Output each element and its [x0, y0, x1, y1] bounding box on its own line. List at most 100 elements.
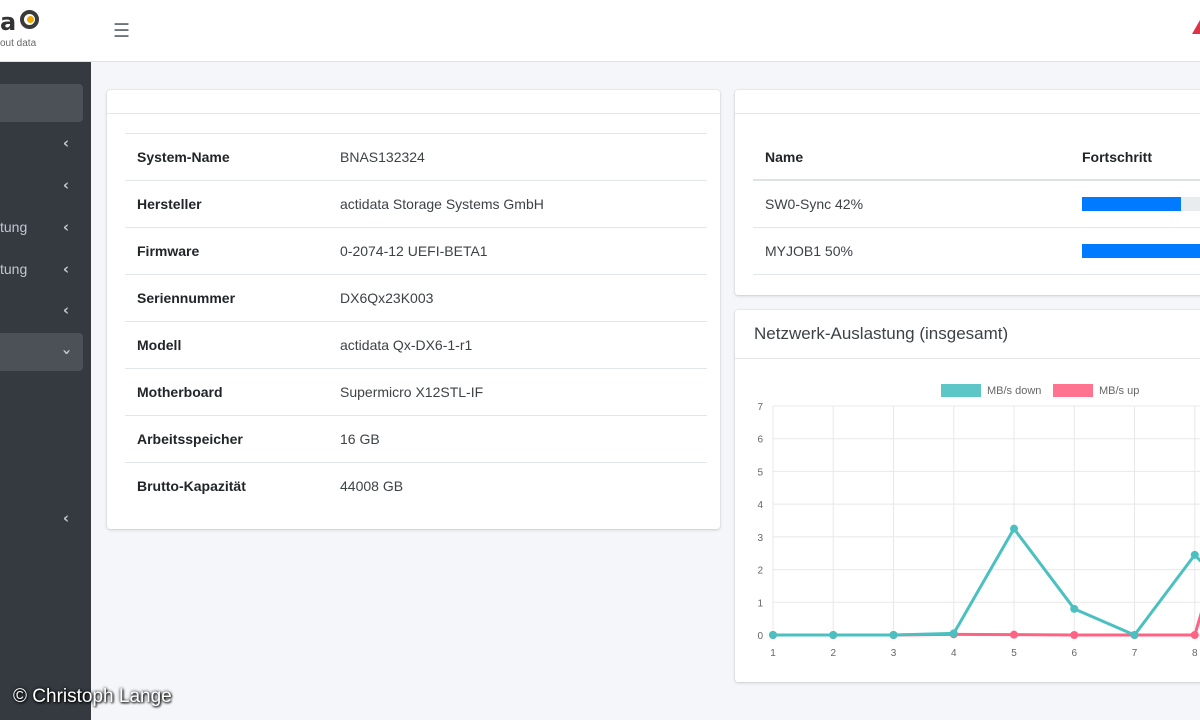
sidebar-item-4[interactable]: tung ‹ — [0, 250, 83, 288]
progress-bar — [1082, 243, 1200, 258]
y-tick-label: 7 — [757, 402, 763, 413]
info-key: Seriennummer — [137, 290, 236, 306]
table-row: Brutto-Kapazität 44008 GB — [125, 462, 707, 510]
brand-logo-mark: a — [0, 8, 16, 36]
data-point — [889, 631, 898, 639]
table-row[interactable]: MYJOB1 50% — [753, 227, 1200, 275]
table-row[interactable]: SW0-Sync 42% — [753, 180, 1200, 228]
x-tick-label: 7 — [1132, 648, 1138, 659]
sidebar-item-2[interactable]: ‹ — [0, 166, 83, 204]
data-point — [1010, 524, 1018, 533]
y-tick-label: 5 — [757, 467, 763, 478]
series-line — [773, 527, 1200, 637]
y-tick-label: 2 — [757, 566, 763, 577]
legend-swatch — [941, 384, 981, 397]
top-navbar: ☰ — [91, 0, 1200, 62]
brand-tagline: out data — [0, 38, 37, 49]
data-point — [1070, 631, 1079, 639]
table-row: Hersteller actidata Storage Systems GmbH — [125, 180, 707, 228]
jobs-table: Name Fortschritt SW0-Sync 42% MYJOB1 50% — [753, 134, 1200, 275]
chevron-left-icon: ‹ — [62, 134, 69, 152]
x-tick-label: 1 — [770, 648, 776, 659]
column-header-progress[interactable]: Fortschritt — [1070, 134, 1200, 181]
info-key: Hersteller — [137, 196, 202, 212]
column-header-name[interactable]: Name — [753, 134, 1070, 181]
job-progress-cell — [1070, 227, 1200, 275]
card-header — [735, 90, 1200, 114]
sidebar: a out data ‹ ‹ tung ‹ tung ‹ ‹ ‹ ‹ — [0, 0, 91, 720]
table-row: Arbeitsspeicher 16 GB — [125, 415, 707, 463]
info-value: Supermicro X12STL-IF — [340, 384, 484, 400]
table-row: Seriennummer DX6Qx23K003 — [125, 274, 707, 322]
chevron-left-icon: ‹ — [62, 509, 69, 527]
info-value: 0-2074-12 UEFI-BETA1 — [340, 243, 488, 259]
system-info-table: System-Name BNAS132324 Hersteller actidata … — [125, 133, 707, 510]
sidebar-item-1[interactable]: ‹ — [0, 124, 83, 162]
progress-bar-fill — [1082, 243, 1200, 258]
job-name: MYJOB1 50% — [753, 227, 1070, 275]
info-key: Firmware — [137, 243, 200, 259]
y-tick-label: 0 — [757, 631, 763, 642]
table-row: Firmware 0-2074-12 UEFI-BETA1 — [125, 227, 707, 275]
network-usage-chart: 01234567123456789MB/s downMB/s up — [757, 384, 1200, 659]
info-key: System-Name — [137, 149, 230, 165]
x-tick-label: 8 — [1192, 648, 1198, 659]
x-tick-label: 2 — [830, 648, 836, 659]
table-header-row: Name Fortschritt — [753, 134, 1200, 181]
system-info-card: System-Name BNAS132324 Hersteller actidata … — [107, 90, 720, 529]
brand-logo[interactable]: a out data — [0, 0, 91, 62]
info-value: actidata Storage Systems GmbH — [340, 196, 544, 212]
info-value: 16 GB — [340, 431, 380, 447]
sidebar-item-5[interactable]: ‹ — [0, 291, 83, 329]
jobs-card: Name Fortschritt SW0-Sync 42% MYJOB1 50% — [735, 90, 1200, 295]
data-point — [1190, 550, 1199, 559]
card-header — [107, 90, 720, 114]
x-tick-label: 6 — [1071, 648, 1077, 659]
info-key: Arbeitsspeicher — [137, 431, 243, 447]
x-tick-label: 3 — [891, 648, 897, 659]
data-point — [1130, 631, 1139, 639]
data-point — [769, 631, 777, 639]
info-value: DX6Qx23K003 — [340, 290, 434, 306]
y-tick-label: 1 — [757, 598, 763, 609]
job-progress-cell — [1070, 180, 1200, 228]
sidebar-item-3[interactable]: tung ‹ — [0, 208, 83, 246]
series-line — [773, 612, 1200, 637]
hamburger-icon[interactable]: ☰ — [113, 20, 130, 42]
sidebar-item-active[interactable] — [0, 84, 83, 122]
y-tick-label: 3 — [757, 533, 763, 544]
sidebar-item-6[interactable]: ‹ — [0, 333, 83, 371]
info-value: BNAS132324 — [340, 149, 425, 165]
progress-bar-fill — [1082, 196, 1181, 211]
info-key: Modell — [137, 337, 182, 353]
table-row: Modell actidata Qx-DX6-1-r1 — [125, 321, 707, 369]
chevron-down-icon: ‹ — [56, 348, 75, 356]
y-tick-label: 6 — [757, 435, 763, 446]
x-tick-label: 5 — [1011, 648, 1017, 659]
legend-label: MB/s down — [987, 385, 1041, 397]
info-key: Brutto-Kapazität — [137, 478, 246, 495]
data-point — [1070, 604, 1079, 613]
data-point — [829, 631, 838, 639]
data-point — [949, 629, 958, 638]
legend-swatch — [1053, 384, 1093, 397]
sidebar-item-7[interactable]: ‹ — [0, 499, 83, 537]
sidebar-item-label: tung — [0, 219, 28, 235]
network-usage-card: Netzwerk-Auslastung (insgesamt) 01234567… — [735, 310, 1200, 682]
table-row: System-Name BNAS132324 — [125, 133, 707, 181]
sidebar-item-label: tung — [0, 261, 28, 277]
chevron-left-icon: ‹ — [62, 301, 69, 319]
copyright-watermark: © Christoph Lange — [13, 686, 172, 707]
info-value: 44008 GB — [340, 478, 404, 495]
info-key: Motherboard — [137, 384, 223, 400]
brand-logo-icon — [20, 10, 39, 29]
progress-bar — [1082, 196, 1200, 211]
job-name: SW0-Sync 42% — [753, 180, 1070, 228]
x-tick-label: 4 — [951, 648, 957, 659]
legend-label: MB/s up — [1099, 385, 1139, 397]
info-value: actidata Qx-DX6-1-r1 — [340, 337, 473, 353]
chevron-left-icon: ‹ — [62, 218, 69, 236]
data-point — [1190, 631, 1199, 639]
data-point — [1010, 630, 1018, 639]
alert-icon[interactable] — [1192, 20, 1200, 34]
